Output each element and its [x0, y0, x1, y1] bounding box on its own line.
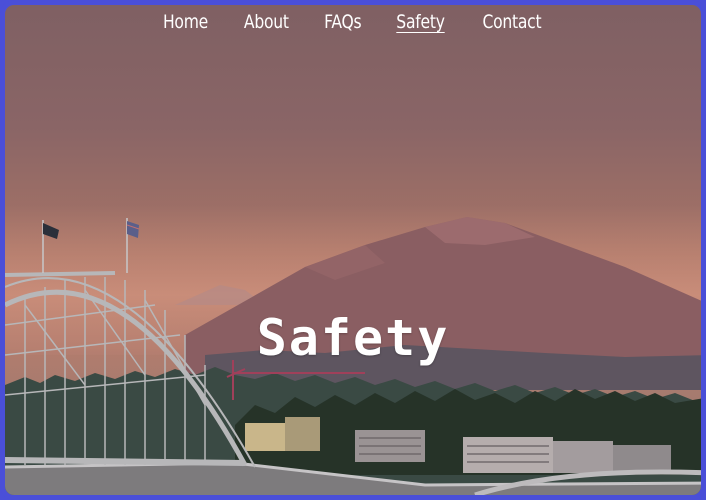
- hero-section: Home About FAQs Safety Contact Safety: [0, 0, 706, 500]
- flag-poles: [42, 218, 140, 273]
- building: [613, 445, 671, 473]
- main-nav: Home About FAQs Safety Contact: [5, 9, 701, 35]
- building: [245, 423, 290, 451]
- nav-link-home[interactable]: Home: [152, 9, 218, 35]
- flag: [43, 223, 59, 239]
- hero-background-image: [5, 217, 701, 495]
- nav-link-faqs[interactable]: FAQs: [313, 9, 372, 35]
- nav-link-contact[interactable]: Contact: [472, 9, 552, 35]
- building: [285, 417, 320, 451]
- nav-link-about[interactable]: About: [233, 9, 299, 35]
- building: [553, 441, 613, 473]
- page-title: Safety: [256, 309, 450, 367]
- nav-link-safety[interactable]: Safety: [386, 9, 456, 35]
- flag: [127, 221, 139, 238]
